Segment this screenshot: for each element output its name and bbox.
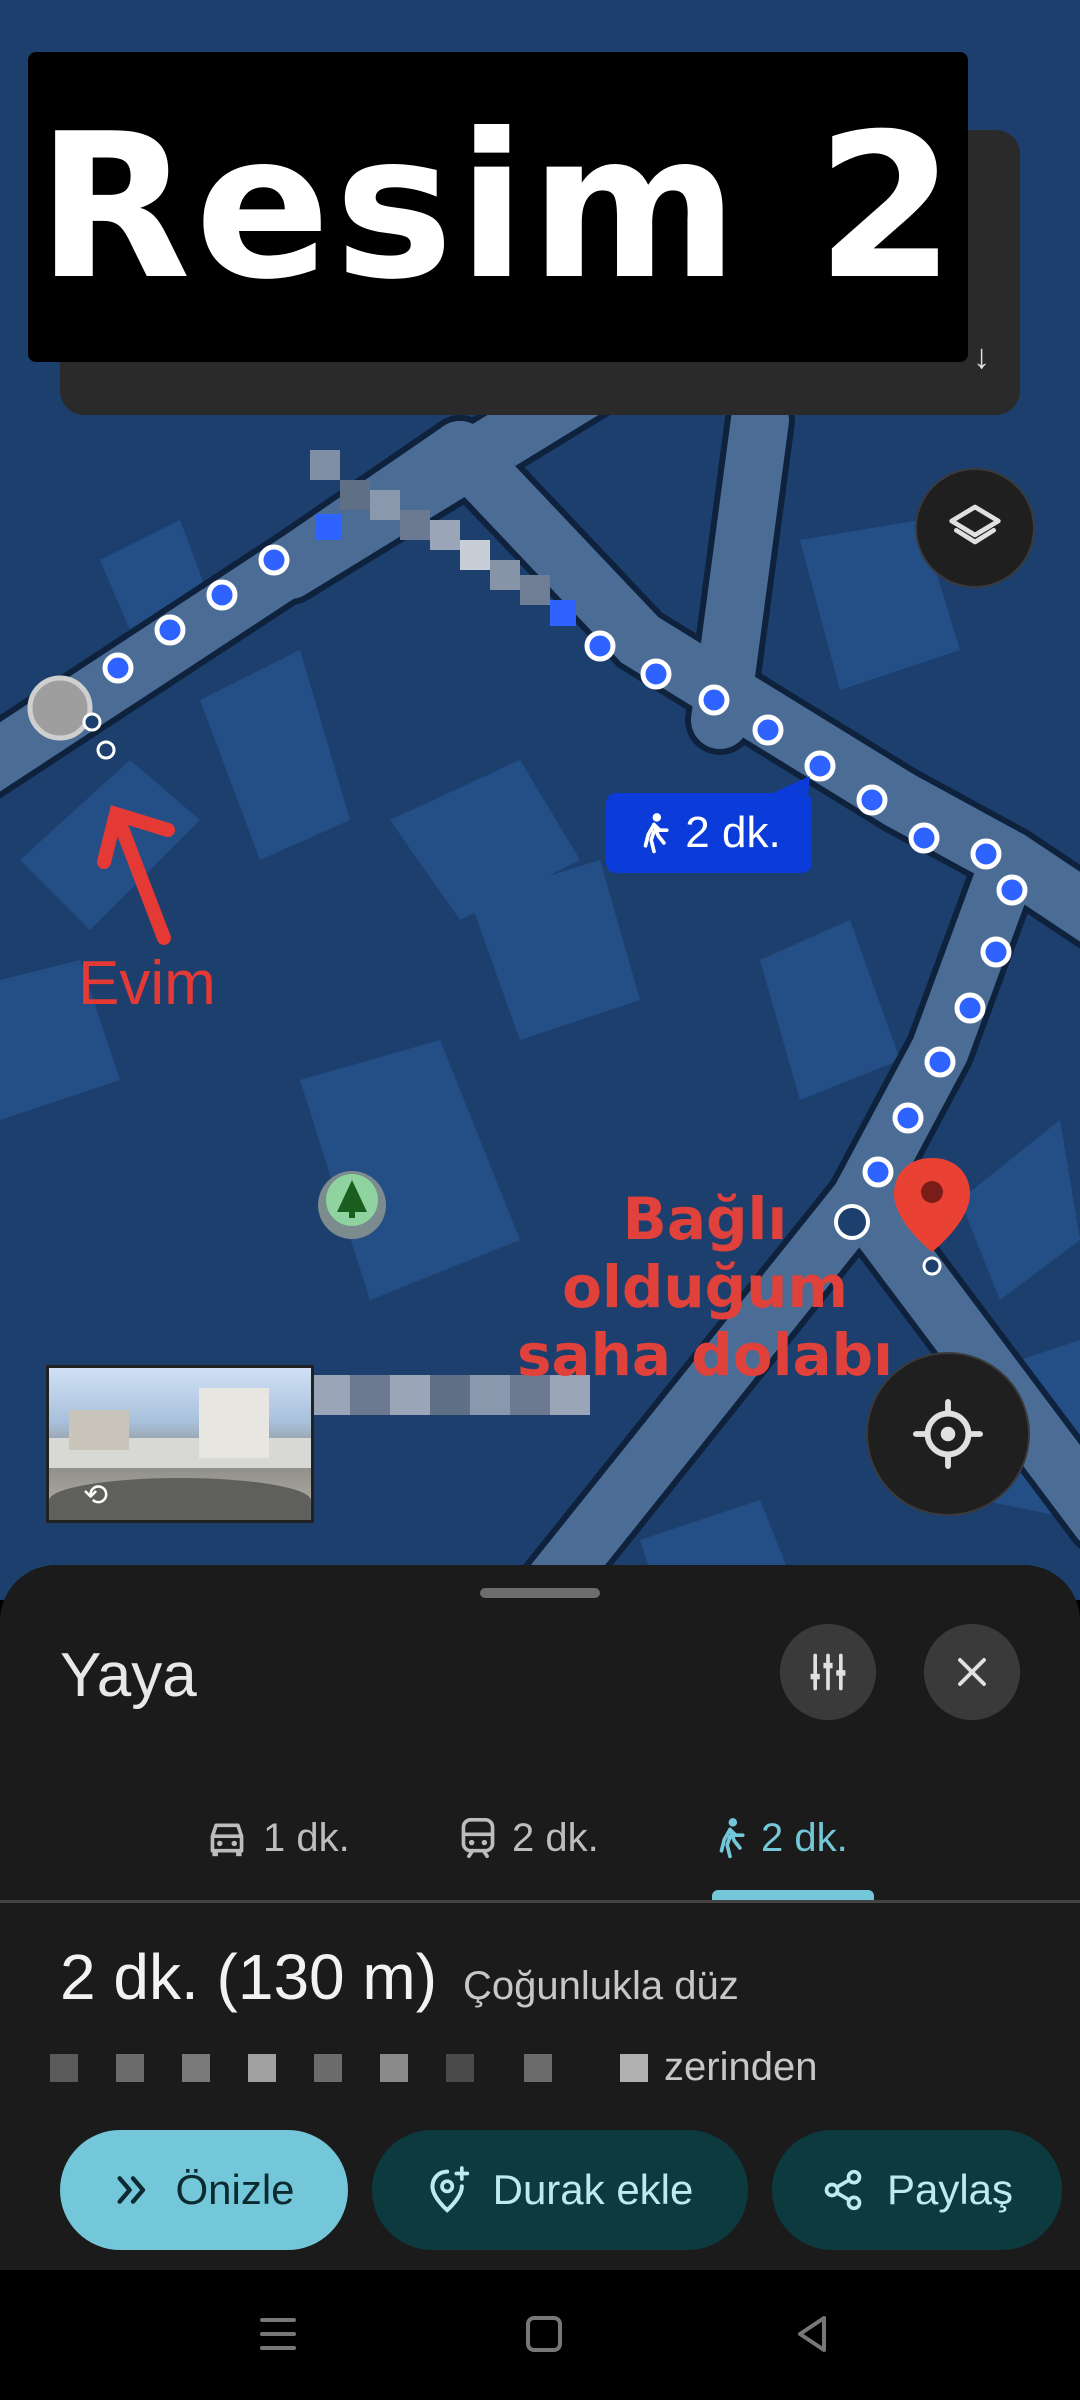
tab-drive-label: 1 dk.	[263, 1815, 350, 1860]
travel-mode-title: Yaya	[60, 1641, 197, 1710]
layers-icon	[949, 504, 1001, 545]
add-location-icon	[430, 2166, 469, 2213]
share-icon	[824, 2169, 862, 2211]
overlay-title: Resim 2	[36, 90, 960, 324]
tab-transit[interactable]: 2 dk.	[458, 1775, 599, 1901]
sheet-drag-handle[interactable]	[480, 1588, 600, 1598]
street-view-thumbnail[interactable]: ⟲	[46, 1365, 314, 1523]
annotation-cabinet-line1: Bağlı olduğum	[562, 1185, 848, 1321]
close-icon	[958, 1658, 986, 1686]
tab-walk[interactable]: 2 dk.	[713, 1775, 848, 1901]
route-options-button[interactable]	[780, 1624, 876, 1720]
home-icon[interactable]	[524, 2314, 564, 2354]
swap-arrow-icon[interactable]: ↓	[973, 338, 990, 377]
preview-button-label: Önizle	[175, 2166, 295, 2213]
walk-chip-label: 2 dk.	[685, 808, 781, 857]
share-button-label: Paylaş	[886, 2166, 1014, 2213]
transit-icon	[461, 1818, 495, 1858]
route-via-text: zerinden	[664, 2045, 818, 2089]
tab-drive[interactable]: 1 dk.	[205, 1775, 350, 1901]
my-location-icon	[913, 1399, 983, 1469]
route-duration: 2 dk. (130 m)	[60, 1941, 438, 2013]
route-note: Çoğunlukla düz	[463, 1964, 739, 2008]
annotation-home: Evim	[78, 949, 216, 1018]
overlay-title-box: Resim 2	[28, 52, 968, 362]
double-chevron-icon	[117, 2176, 146, 2204]
preview-button[interactable]: Önizle	[60, 2130, 348, 2250]
walk-icon	[719, 1818, 745, 1859]
share-button[interactable]: Paylaş	[772, 2130, 1062, 2250]
rotate-360-icon: ⟲	[83, 1479, 109, 1512]
annotation-cabinet-line2: saha dolabı	[516, 1321, 894, 1389]
tab-transit-label: 2 dk.	[512, 1815, 599, 1860]
car-icon	[210, 1823, 244, 1857]
park-tree-icon[interactable]	[318, 1171, 386, 1239]
tune-icon	[810, 1653, 846, 1691]
add-stop-button[interactable]: Durak ekle	[372, 2130, 748, 2250]
my-location-button[interactable]	[866, 1352, 1030, 1516]
add-stop-button-label: Durak ekle	[492, 2166, 694, 2213]
menu-icon[interactable]	[258, 2312, 298, 2356]
system-navigation-bar	[0, 2270, 1080, 2400]
active-tab-indicator	[712, 1890, 874, 1900]
travel-mode-tabs: 1 dk. 2 dk. 2 dk.	[0, 1775, 1080, 1901]
close-button[interactable]	[924, 1624, 1020, 1720]
route-via: zerinden	[50, 2045, 817, 2090]
layers-button[interactable]	[915, 468, 1035, 588]
route-summary[interactable]: 2 dk. (130 m) Çoğunlukla düz	[60, 1940, 739, 2014]
back-icon[interactable]	[792, 2312, 832, 2356]
walk-duration-chip[interactable]: 2 dk.	[606, 793, 812, 873]
tabs-divider	[0, 1900, 1080, 1903]
walk-icon	[643, 813, 669, 854]
tab-walk-label: 2 dk.	[761, 1815, 848, 1860]
annotation-cabinet: Bağlı olduğum saha dolabı	[470, 1185, 940, 1389]
